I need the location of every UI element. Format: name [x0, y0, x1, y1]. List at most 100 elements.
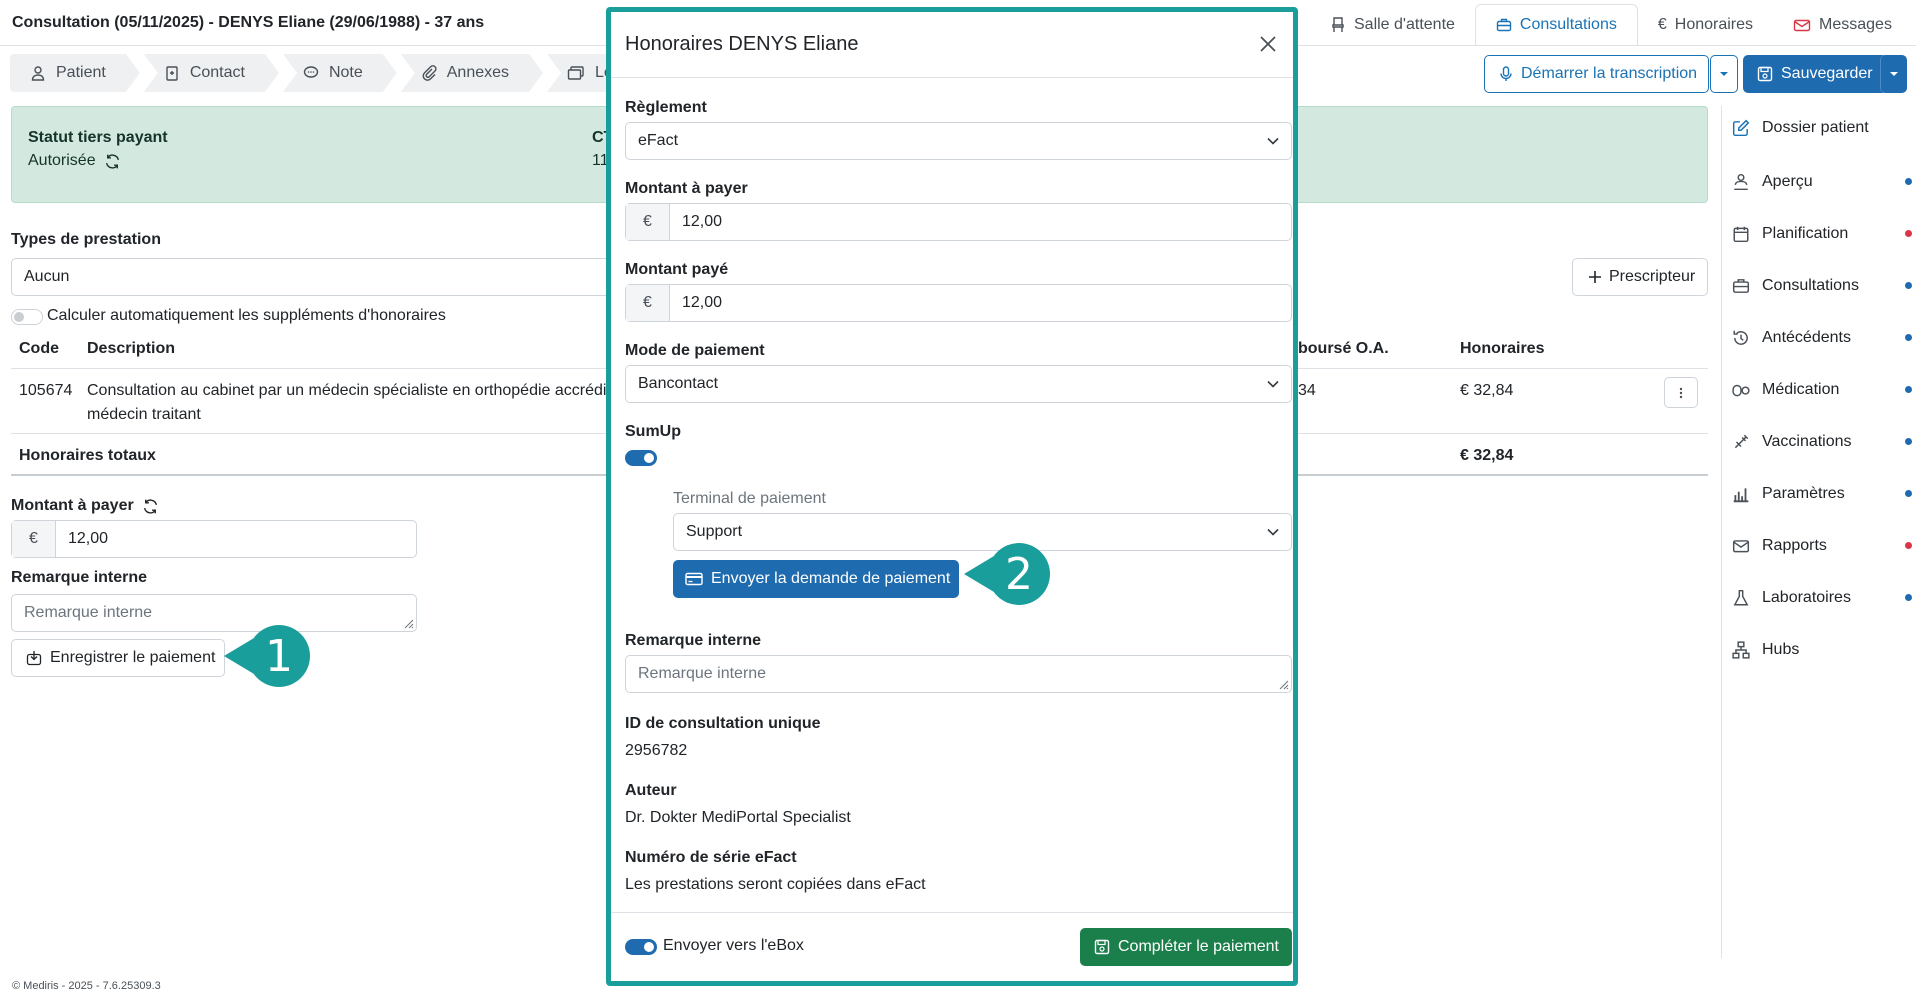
row-menu-button[interactable]: [1664, 377, 1698, 408]
payment-mode-value: Bancontact: [638, 375, 719, 392]
sidebar-item-laboratoires[interactable]: Laboratoires: [1732, 572, 1912, 624]
sidebar-item-dossier[interactable]: Dossier patient: [1732, 102, 1912, 154]
tab-consultations[interactable]: Consultations: [1474, 4, 1638, 46]
remark-placeholder: Remarque interne: [24, 604, 153, 621]
chair-icon: [1330, 17, 1346, 33]
sidebar-item-antecedents[interactable]: Antécédents: [1732, 312, 1912, 364]
floppy-icon: [1094, 939, 1110, 955]
modal-remark-placeholder: Remarque interne: [638, 665, 767, 682]
status-dot: [1905, 230, 1912, 237]
col-reimbursed: boursé O.A.: [1298, 340, 1389, 357]
crumb-contact[interactable]: Contact: [144, 54, 279, 92]
person-icon: [30, 65, 46, 81]
remark-textarea[interactable]: Remarque interne: [11, 594, 417, 632]
remark-label: Remarque interne: [11, 569, 148, 586]
amount-to-pay-input[interactable]: € 12,00: [625, 203, 1292, 241]
row-reimbursed: 34: [1298, 382, 1316, 399]
prescriber-button[interactable]: Prescripteur: [1572, 258, 1708, 296]
envelope-icon: [1793, 17, 1811, 33]
sidebar-item-label: Rapports: [1762, 537, 1827, 554]
sidebar-item-rapports[interactable]: Rapports: [1732, 520, 1912, 572]
kebab-icon: [1679, 387, 1683, 399]
crumb-note[interactable]: Note: [283, 54, 397, 92]
start-transcription-button[interactable]: Démarrer la transcription: [1484, 55, 1709, 93]
amount-to-pay-value: 12,00: [682, 213, 723, 230]
sidebar-item-hubs[interactable]: Hubs: [1732, 624, 1912, 676]
envelope-icon: [1732, 537, 1750, 555]
transcription-dropdown-toggle[interactable]: [1710, 55, 1738, 93]
tab-label: Honoraires: [1674, 16, 1754, 33]
sidebar-item-apercu[interactable]: Aperçu: [1732, 156, 1912, 208]
status-dot: [1905, 334, 1912, 341]
history-icon: [1732, 329, 1750, 347]
amount-paid-label: Montant payé: [625, 261, 729, 278]
plus-icon: [1589, 271, 1601, 283]
total-value: € 32,84: [1460, 447, 1514, 464]
auto-supplement-toggle[interactable]: [11, 309, 43, 325]
sidebar-item-medication[interactable]: Médication: [1732, 364, 1912, 416]
crumb-label: Annexes: [446, 64, 510, 81]
chevron-down-icon: [1267, 137, 1279, 145]
save-dropdown-toggle[interactable]: [1880, 55, 1907, 93]
callout-number: 1: [248, 625, 310, 687]
refresh-icon[interactable]: [104, 153, 121, 170]
prestation-select[interactable]: Aucun: [11, 258, 611, 296]
sidebar-item-label: Paramètres: [1762, 485, 1845, 502]
caret-down-icon: [1889, 71, 1899, 77]
reglement-value: eFact: [638, 132, 679, 149]
ebox-toggle[interactable]: [625, 939, 657, 955]
resize-grip-icon[interactable]: [1277, 678, 1289, 690]
reglement-select[interactable]: eFact: [625, 122, 1292, 160]
reglement-label: Règlement: [625, 99, 707, 116]
terminal-value: Support: [686, 523, 743, 540]
row-description-2: médecin traitant: [87, 406, 201, 423]
top-tabs: Salle d'attente Consultations € Honorair…: [1310, 4, 1912, 46]
briefcase-icon: [1496, 17, 1512, 33]
contact-card-icon: [164, 65, 180, 81]
status-dot: [1905, 386, 1912, 393]
amount-value: 12,00: [68, 530, 109, 547]
amount-paid-input[interactable]: € 12,00: [625, 284, 1292, 322]
close-icon[interactable]: [1259, 35, 1277, 53]
save-button[interactable]: Sauvegarder: [1743, 55, 1887, 93]
resize-grip-icon[interactable]: [402, 617, 414, 629]
briefcase-icon: [1732, 277, 1750, 295]
external-edit-icon: [1732, 119, 1750, 137]
row-fees: € 32,84: [1460, 382, 1514, 399]
amount-input[interactable]: € 12,00: [11, 520, 417, 558]
amount-label-row: Montant à payer: [11, 497, 159, 515]
modal-remark-textarea[interactable]: Remarque interne: [625, 655, 1292, 693]
sidebar-item-consultations[interactable]: Consultations: [1732, 260, 1912, 312]
refresh-icon[interactable]: [142, 498, 159, 515]
sidebar-item-planification[interactable]: Planification: [1732, 208, 1912, 260]
tab-honoraires[interactable]: € Honoraires: [1638, 4, 1773, 46]
col-fees: Honoraires: [1460, 340, 1545, 357]
sidebar-item-label: Dossier patient: [1762, 119, 1869, 136]
honoraires-modal: Honoraires DENYS Eliane Règlement eFact …: [606, 7, 1298, 986]
save-label: Sauvegarder: [1781, 65, 1873, 82]
tab-label: Messages: [1819, 16, 1892, 33]
crumb-annexes[interactable]: Annexes: [401, 54, 543, 92]
chat-bubble-icon: [303, 65, 319, 81]
payment-mode-select[interactable]: Bancontact: [625, 365, 1292, 403]
serial-value: Les prestations seront copiées dans eFac…: [625, 876, 926, 893]
tab-label: Salle d'attente: [1354, 16, 1455, 33]
sumup-label: SumUp: [625, 423, 681, 440]
sidebar-item-label: Laboratoires: [1762, 589, 1851, 606]
register-payment-button[interactable]: Enregistrer le paiement: [11, 639, 225, 677]
crumb-patient[interactable]: Patient: [10, 54, 140, 92]
status-title: Statut tiers payant: [28, 129, 168, 146]
total-label: Honoraires totaux: [19, 447, 156, 464]
send-payment-request-button[interactable]: Envoyer la demande de paiement: [673, 560, 959, 598]
sidebar-item-vaccinations[interactable]: Vaccinations: [1732, 416, 1912, 468]
currency-prefix: €: [12, 521, 56, 557]
row-description-1: Consultation au cabinet par un médecin s…: [87, 382, 607, 399]
complete-payment-button[interactable]: Compléter le paiement: [1080, 928, 1292, 966]
sumup-toggle[interactable]: [625, 450, 657, 466]
tab-messages[interactable]: Messages: [1773, 4, 1912, 46]
letters-icon: [567, 65, 585, 81]
consult-id-label: ID de consultation unique: [625, 715, 821, 732]
auto-supplement-label: Calculer automatiquement les suppléments…: [47, 307, 446, 324]
tab-waiting-room[interactable]: Salle d'attente: [1310, 4, 1475, 46]
sidebar-item-parametres[interactable]: Paramètres: [1732, 468, 1912, 520]
